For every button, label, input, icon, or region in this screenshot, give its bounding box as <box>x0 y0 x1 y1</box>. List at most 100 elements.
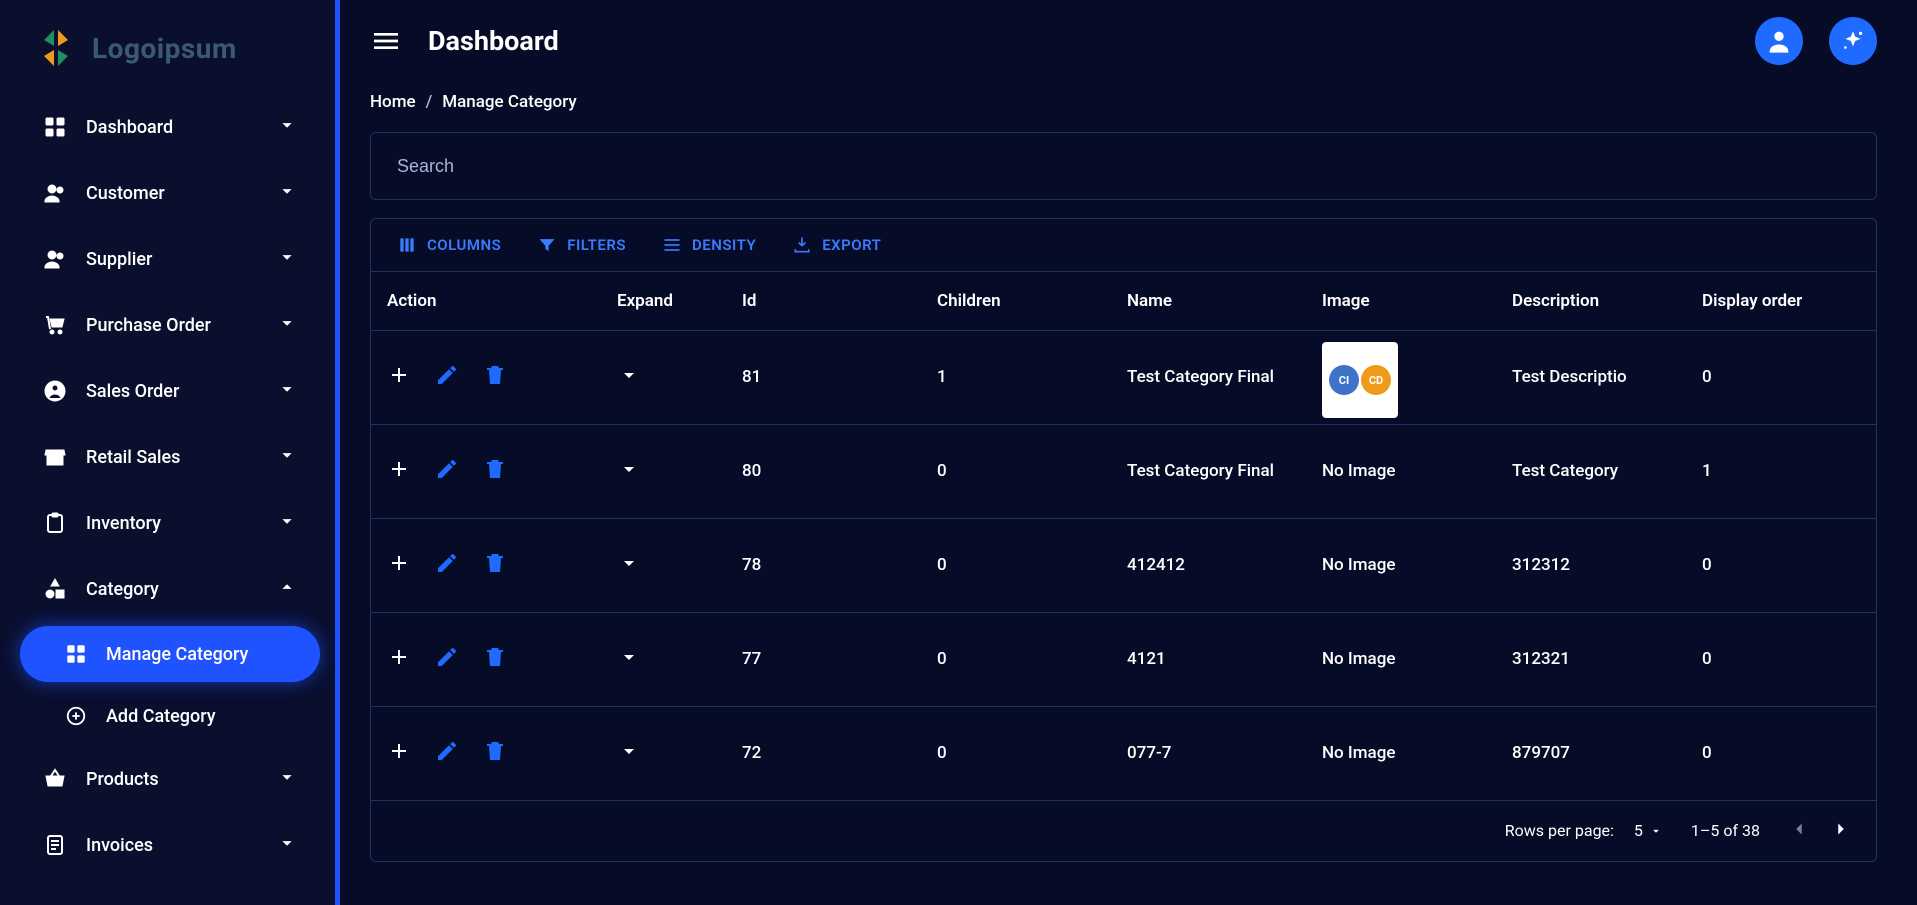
sidebar-item-sales-order[interactable]: Sales Order <box>20 358 320 424</box>
edit-action-button[interactable] <box>435 457 459 486</box>
sidebar-subitem-manage-category[interactable]: Manage Category <box>20 626 320 682</box>
cell-children: 0 <box>921 518 1111 612</box>
data-grid: COLUMNS FILTERS DENSITY EXPORT <box>370 218 1877 862</box>
cell-children: 1 <box>921 330 1111 424</box>
delete-action-button[interactable] <box>483 739 507 768</box>
category-icon <box>42 576 68 602</box>
cell-description: 312312 <box>1496 518 1686 612</box>
sidebar-item-label: Supplier <box>86 249 258 270</box>
chevron-down-icon <box>276 246 298 272</box>
header-expand[interactable]: Expand <box>601 272 726 330</box>
cell-image: No Image <box>1306 518 1496 612</box>
sidebar-item-retail-sales[interactable]: Retail Sales <box>20 424 320 490</box>
next-page-button[interactable] <box>1830 818 1852 844</box>
delete-action-button[interactable] <box>483 363 507 392</box>
sidebar-item-label: Inventory <box>86 513 258 534</box>
delete-action-button[interactable] <box>483 457 507 486</box>
rows-per-page-select[interactable]: 5 <box>1634 821 1663 840</box>
chevron-up-icon <box>276 576 298 602</box>
cell-name: 4121 <box>1111 612 1306 706</box>
sidebar-item-purchase-order[interactable]: Purchase Order <box>20 292 320 358</box>
cell-display-order: 0 <box>1686 330 1877 424</box>
cell-name: Test Category Final <box>1111 330 1306 424</box>
header-name[interactable]: Name <box>1111 272 1306 330</box>
sidebar-item-products[interactable]: Products <box>20 746 320 812</box>
breadcrumb-home[interactable]: Home <box>370 92 416 112</box>
header-children[interactable]: Children <box>921 272 1111 330</box>
sidebar-item-dashboard[interactable]: Dashboard <box>20 94 320 160</box>
search-input[interactable] <box>395 155 1852 178</box>
cell-image: No Image <box>1306 706 1496 800</box>
cell-name: Test Category Final <box>1111 424 1306 518</box>
sparkle-button[interactable] <box>1829 17 1877 65</box>
sidebar-item-label: Products <box>86 769 258 790</box>
cell-children: 0 <box>921 424 1111 518</box>
cell-children: 0 <box>921 612 1111 706</box>
page-title: Dashboard <box>428 25 559 57</box>
sidebar-subitem-add-category[interactable]: Add Category <box>20 686 320 746</box>
header-image[interactable]: Image <box>1306 272 1496 330</box>
cell-name: 412412 <box>1111 518 1306 612</box>
chevron-down-icon <box>276 444 298 470</box>
cell-id: 72 <box>726 706 921 800</box>
toolbar-export-label: EXPORT <box>822 236 881 254</box>
expand-row-button[interactable] <box>617 372 641 392</box>
delete-action-button[interactable] <box>483 645 507 674</box>
expand-row-button[interactable] <box>617 654 641 674</box>
cell-description: 879707 <box>1496 706 1686 800</box>
expand-row-button[interactable] <box>617 466 641 486</box>
add-action-button[interactable] <box>387 551 411 580</box>
clipboard-icon <box>42 510 68 536</box>
columns-button[interactable]: COLUMNS <box>383 227 515 263</box>
edit-action-button[interactable] <box>435 645 459 674</box>
edit-action-button[interactable] <box>435 363 459 392</box>
cell-description: 312321 <box>1496 612 1686 706</box>
sidebar-item-invoices[interactable]: Invoices <box>20 812 320 878</box>
expand-row-button[interactable] <box>617 560 641 580</box>
breadcrumb: Home / Manage Category <box>370 92 1877 112</box>
expand-row-button[interactable] <box>617 748 641 768</box>
edit-action-button[interactable] <box>435 739 459 768</box>
cell-display-order: 0 <box>1686 518 1877 612</box>
export-button[interactable]: EXPORT <box>778 227 895 263</box>
cell-image: No Image <box>1306 612 1496 706</box>
header-id[interactable]: Id <box>726 272 921 330</box>
sidebar-item-customer[interactable]: Customer <box>20 160 320 226</box>
people-icon <box>42 246 68 272</box>
table-row: 780412412No Image312312020 <box>371 518 1877 612</box>
add-action-button[interactable] <box>387 457 411 486</box>
density-button[interactable]: DENSITY <box>648 227 770 263</box>
menu-toggle-button[interactable] <box>370 25 402 57</box>
cell-description: Test Category <box>1496 424 1686 518</box>
edit-action-button[interactable] <box>435 551 459 580</box>
filters-button[interactable]: FILTERS <box>523 227 640 263</box>
table-row: 811Test Category FinalCICDTest Descripti… <box>371 330 1877 424</box>
cell-id: 77 <box>726 612 921 706</box>
breadcrumb-current: Manage Category <box>442 92 576 112</box>
chevron-down-icon <box>276 766 298 792</box>
sidebar-item-category[interactable]: Category <box>20 556 320 622</box>
add-action-button[interactable] <box>387 739 411 768</box>
toolbar-filters-label: FILTERS <box>567 236 626 254</box>
cell-image: No Image <box>1306 424 1496 518</box>
search-box[interactable] <box>370 132 1877 200</box>
toolbar-density-label: DENSITY <box>692 236 756 254</box>
profile-button[interactable] <box>1755 17 1803 65</box>
prev-page-button[interactable] <box>1788 818 1810 844</box>
thumbnail-image: CICD <box>1322 342 1398 418</box>
table-header-row: Action Expand Id Children Name Image Des… <box>371 272 1877 330</box>
chevron-down-icon <box>276 510 298 536</box>
add-action-button[interactable] <box>387 363 411 392</box>
invoice-icon <box>42 832 68 858</box>
cell-image: CICD <box>1306 330 1496 424</box>
sidebar-item-inventory[interactable]: Inventory <box>20 490 320 556</box>
header-action[interactable]: Action <box>371 272 601 330</box>
add-action-button[interactable] <box>387 645 411 674</box>
cell-id: 78 <box>726 518 921 612</box>
sidebar-item-supplier[interactable]: Supplier <box>20 226 320 292</box>
rows-per-page-value: 5 <box>1634 821 1643 840</box>
header-description[interactable]: Description <box>1496 272 1686 330</box>
header-display-order[interactable]: Display order <box>1686 272 1877 330</box>
logo[interactable]: Logoipsum <box>0 0 340 90</box>
delete-action-button[interactable] <box>483 551 507 580</box>
